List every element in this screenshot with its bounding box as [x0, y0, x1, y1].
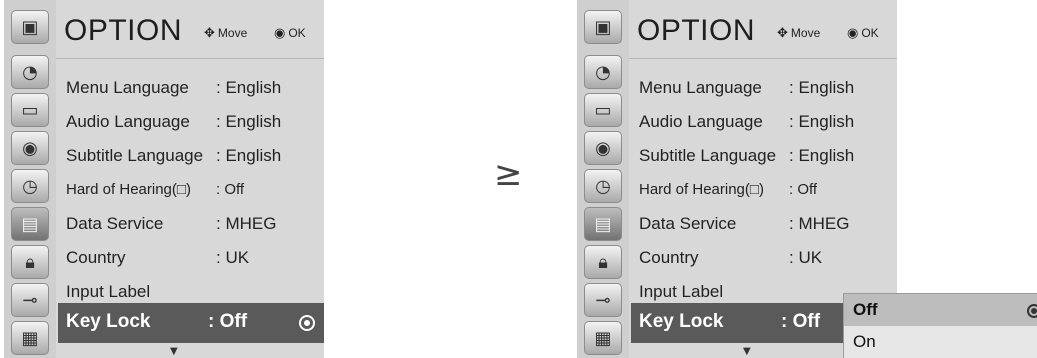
picture-icon[interactable]: ▭ — [11, 93, 49, 127]
menu-item-subtitle-language[interactable]: Subtitle Language : English — [66, 139, 324, 173]
move-arrows-icon: ✥ — [777, 26, 788, 41]
menu-item-data-service[interactable]: Data Service : MHEG — [66, 207, 324, 241]
ok-dot-icon: ◉ — [274, 26, 286, 41]
menu-item-hard-of-hearing[interactable]: Hard of Hearing(□) : Off — [639, 173, 897, 207]
time-icon[interactable]: ◷ — [11, 169, 49, 203]
next-step-arrow: ≥ — [494, 154, 523, 194]
satellite-icon[interactable]: ◔ — [11, 55, 49, 89]
ok-dot-icon: ◉ — [847, 26, 859, 41]
move-hint: ✥ Move — [204, 26, 248, 41]
menu-item-audio-language[interactable]: Audio Language : English — [639, 105, 897, 139]
menu-item-audio-language[interactable]: Audio Language : English — [66, 105, 324, 139]
menu-item-subtitle-language[interactable]: Subtitle Language : English — [639, 139, 897, 173]
menu-title: OPTION — [64, 14, 183, 47]
audio-icon[interactable]: ◉ — [584, 131, 622, 165]
option-icon[interactable]: ▤ — [584, 207, 622, 241]
scroll-down-icon[interactable]: ▼ — [170, 346, 178, 357]
menu-sidebar: ▣ ◔ ▭ ◉ ◷ ▤ 🔒︎ ⊸ ▦ — [577, 0, 630, 358]
audio-icon[interactable]: ◉ — [11, 131, 49, 165]
menu-item-country[interactable]: Country : UK — [639, 241, 897, 275]
title-divider — [629, 58, 897, 59]
usb-icon[interactable]: ▦ — [11, 321, 49, 355]
menu-item-country[interactable]: Country : UK — [66, 241, 324, 275]
lock-icon[interactable]: 🔒︎ — [584, 245, 622, 279]
key-lock-dropdown: Off On — [843, 293, 1037, 358]
move-hint: ✥ Move — [777, 26, 821, 41]
dropdown-option-off[interactable]: Off — [844, 294, 1037, 326]
menu-item-key-lock-selected[interactable]: Key Lock : Off — [58, 303, 324, 343]
menu-title: OPTION — [637, 14, 756, 47]
move-arrows-icon: ✥ — [204, 26, 215, 41]
input-icon[interactable]: ⊸ — [584, 283, 622, 317]
menu-item-menu-language[interactable]: Menu Language : English — [66, 71, 324, 105]
usb-icon[interactable]: ▦ — [584, 321, 622, 355]
option-icon[interactable]: ▤ — [11, 207, 49, 241]
menu-content: OPTION ✥ Move ◉ OK Menu Language : English… — [56, 0, 324, 358]
ok-hint: ◉ OK — [847, 26, 879, 41]
menu-sidebar: ▣ ◔ ▭ ◉ ◷ ▤ 🔒︎ ⊸ ▦ — [4, 0, 57, 358]
ok-hint: ◉ OK — [274, 26, 306, 41]
time-icon[interactable]: ◷ — [584, 169, 622, 203]
input-icon[interactable]: ⊸ — [11, 283, 49, 317]
lock-icon[interactable]: 🔒︎ — [11, 245, 49, 279]
menu-item-menu-language[interactable]: Menu Language : English — [639, 71, 897, 105]
menu-item-hard-of-hearing[interactable]: Hard of Hearing(□) : Off — [66, 173, 324, 207]
setup-icon[interactable]: ▣ — [11, 10, 49, 44]
option-menu-left: ▣ ◔ ▭ ◉ ◷ ▤ 🔒︎ ⊸ ▦ OPTION ✥ Move ◉ OK Menu… — [4, 0, 324, 358]
dropdown-option-on[interactable]: On — [844, 326, 1037, 358]
scroll-down-icon[interactable]: ▼ — [743, 346, 751, 357]
title-divider — [56, 58, 324, 59]
setup-icon[interactable]: ▣ — [584, 10, 622, 44]
selected-radio-icon — [1027, 304, 1037, 318]
satellite-icon[interactable]: ◔ — [584, 55, 622, 89]
ok-radio-icon — [299, 315, 315, 331]
menu-item-data-service[interactable]: Data Service : MHEG — [639, 207, 897, 241]
picture-icon[interactable]: ▭ — [584, 93, 622, 127]
